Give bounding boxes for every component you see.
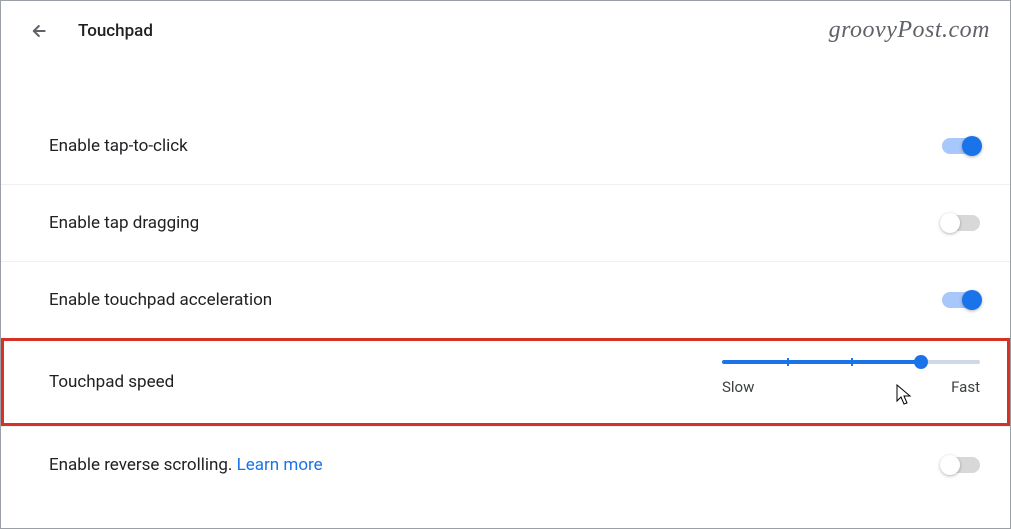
setting-label: Enable tap-to-click [49, 136, 188, 156]
toggle-thumb [962, 290, 982, 310]
setting-touchpad-speed: Touchpad speed Slow Fast [4, 341, 1007, 423]
toggle-reverse-scrolling[interactable] [942, 457, 980, 473]
slow-label: Slow [722, 378, 754, 396]
settings-list: Enable tap-to-click Enable tap dragging … [1, 107, 1010, 503]
toggle-tap-to-click[interactable] [942, 138, 980, 154]
arrow-left-icon [28, 21, 48, 41]
toggle-thumb [962, 136, 982, 156]
back-button[interactable] [26, 19, 50, 43]
toggle-acceleration[interactable] [942, 292, 980, 308]
highlight-box: Touchpad speed Slow Fast [1, 338, 1010, 426]
toggle-tap-dragging[interactable] [942, 215, 980, 231]
page-title: Touchpad [78, 21, 153, 41]
setting-label: Enable reverse scrolling. Learn more [49, 455, 323, 475]
reverse-scroll-text: Enable reverse scrolling. [49, 455, 237, 475]
learn-more-link[interactable]: Learn more [237, 455, 323, 475]
watermark: groovyPost.com [829, 17, 990, 44]
touchpad-speed-slider[interactable] [722, 360, 980, 364]
slider-container: Slow Fast [722, 360, 980, 396]
setting-label: Enable touchpad acceleration [49, 290, 272, 310]
fast-label: Fast [951, 378, 980, 396]
slider-thumb[interactable] [914, 355, 928, 369]
toggle-thumb [940, 213, 960, 233]
header: Touchpad groovyPost.com [1, 1, 1010, 57]
setting-label: Touchpad speed [49, 372, 174, 392]
setting-label: Enable tap dragging [49, 213, 199, 233]
setting-acceleration: Enable touchpad acceleration [1, 261, 1010, 338]
setting-reverse-scrolling: Enable reverse scrolling. Learn more [1, 426, 1010, 503]
setting-tap-dragging: Enable tap dragging [1, 184, 1010, 261]
slider-labels: Slow Fast [722, 378, 980, 396]
toggle-thumb [940, 455, 960, 475]
setting-tap-to-click: Enable tap-to-click [1, 107, 1010, 184]
